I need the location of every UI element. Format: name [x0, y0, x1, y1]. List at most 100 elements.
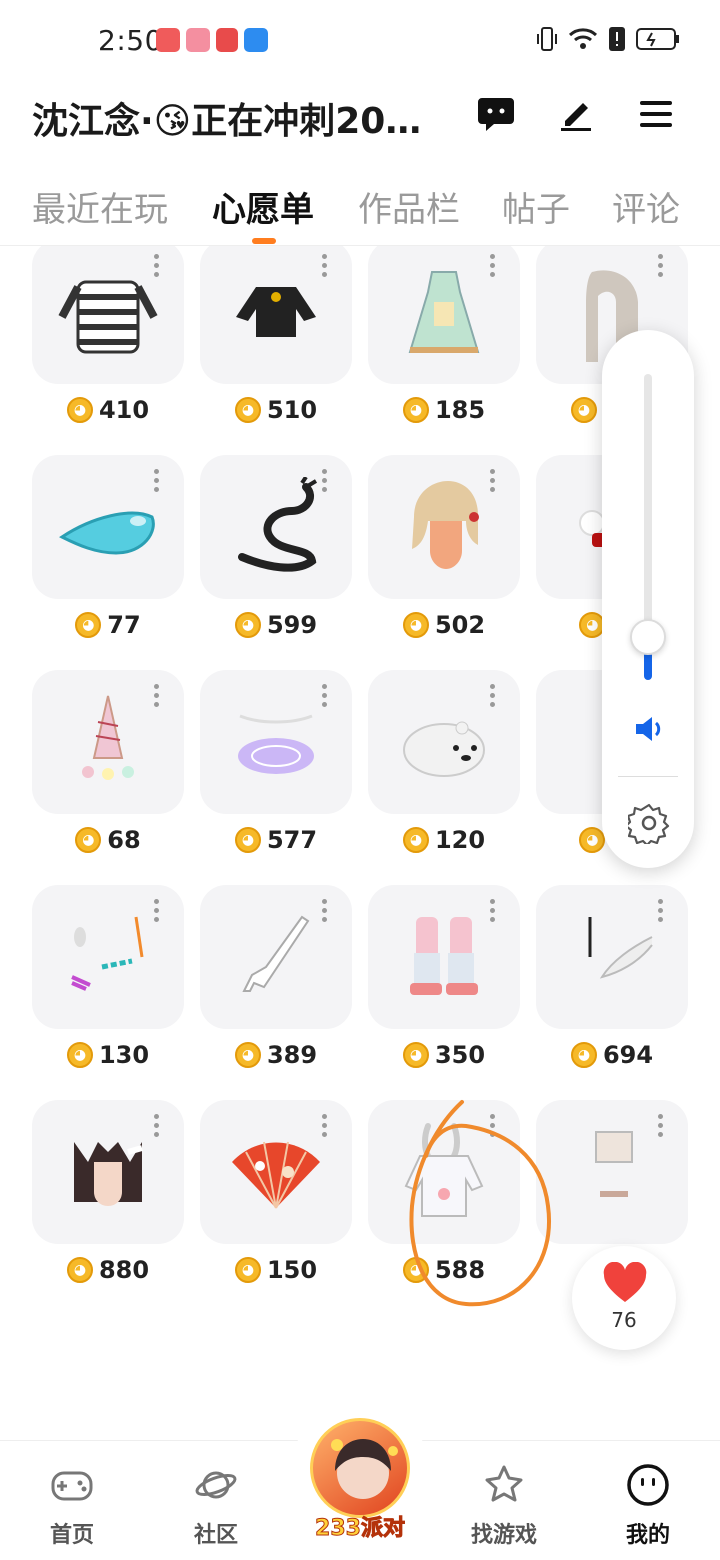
coin-icon: ◕ [234, 397, 261, 423]
item-price: ◕ 130 [32, 1035, 184, 1075]
wishlist-item[interactable]: ◕ 150 [200, 1100, 352, 1315]
notification-weather-icon [244, 28, 268, 52]
tab-works[interactable]: 作品栏 [358, 182, 460, 231]
item-thumbnail[interactable] [32, 885, 184, 1029]
coin-icon: ◕ [66, 397, 93, 423]
coin-icon: ◕ [402, 1042, 429, 1068]
more-options-icon[interactable] [490, 899, 496, 925]
wishlist-item[interactable]: ◕ 77 [32, 455, 184, 670]
wishlist-item[interactable]: ◕ 588 [368, 1100, 520, 1315]
more-options-icon[interactable] [658, 254, 664, 280]
nav-me[interactable]: 我的 [598, 1457, 698, 1553]
item-thumbnail[interactable] [32, 455, 184, 599]
price-value: 588 [434, 1256, 486, 1284]
wishlist-item[interactable]: ◕ 68 [32, 670, 184, 885]
more-options-icon[interactable] [154, 469, 160, 495]
nav-home[interactable]: 首页 [22, 1457, 122, 1553]
more-options-icon[interactable] [322, 684, 328, 710]
wishlist-item[interactable]: ◕ 130 [32, 885, 184, 1100]
volume-panel [602, 330, 694, 868]
wishlist-item[interactable]: ◕ 694 [536, 885, 688, 1100]
heart-icon [603, 1262, 647, 1302]
more-options-icon[interactable] [322, 899, 328, 925]
wishlist-item[interactable]: ◕ 120 [368, 670, 520, 885]
nav-party-label[interactable]: 233派对 [300, 1510, 420, 1542]
more-options-icon[interactable] [322, 469, 328, 495]
coin-icon: ◕ [234, 1042, 261, 1068]
nav-community[interactable]: 社区 [166, 1457, 266, 1553]
wishlist-item[interactable]: ◕ 502 [368, 455, 520, 670]
system-status [536, 26, 680, 52]
nav-find-games[interactable]: 找游戏 [454, 1457, 554, 1553]
price-value: 502 [434, 611, 486, 639]
cat-ear-hair-icon [74, 1142, 143, 1206]
item-thumbnail[interactable] [368, 246, 520, 384]
edit-button[interactable] [554, 92, 598, 136]
wishlist-item[interactable]: ◕ 389 [200, 885, 352, 1100]
tab-recently-played[interactable]: 最近在玩 [32, 182, 168, 231]
price-value: 185 [434, 396, 486, 424]
more-options-icon[interactable] [154, 684, 160, 710]
item-thumbnail[interactable] [200, 1100, 352, 1244]
wishlist-favorite-button[interactable]: 76 [572, 1246, 676, 1350]
more-options-icon[interactable] [490, 684, 496, 710]
wishlist-item[interactable]: ◕ 577 [200, 670, 352, 885]
item-thumbnail[interactable] [368, 670, 520, 814]
speaker-icon[interactable] [632, 712, 666, 746]
volume-slider-handle[interactable] [630, 619, 666, 655]
item-price: ◕ 502 [368, 605, 520, 645]
item-thumbnail[interactable] [200, 670, 352, 814]
message-button[interactable] [474, 92, 518, 136]
item-thumbnail[interactable] [536, 1100, 688, 1244]
more-options-icon[interactable] [154, 899, 160, 925]
price-value: 389 [266, 1041, 318, 1069]
menu-button[interactable] [634, 92, 678, 136]
wishlist-item[interactable]: ◕ 510 [200, 246, 352, 455]
tab-posts[interactable]: 帖子 [502, 182, 570, 231]
more-options-icon[interactable] [490, 254, 496, 280]
item-price: ◕ 77 [32, 605, 184, 645]
wing-icon [588, 917, 653, 979]
more-options-icon[interactable] [658, 899, 664, 925]
notification-icons [156, 28, 268, 52]
more-options-icon[interactable] [322, 254, 328, 280]
wishlist-item[interactable]: ◕ 350 [368, 885, 520, 1100]
item-thumbnail[interactable] [200, 455, 352, 599]
tab-wishlist[interactable]: 心愿单 [212, 182, 314, 231]
item-price: ◕ 150 [200, 1250, 352, 1290]
item-thumbnail[interactable] [32, 1100, 184, 1244]
black-top-icon [236, 287, 316, 337]
item-thumbnail[interactable] [32, 670, 184, 814]
item-thumbnail[interactable] [368, 1100, 520, 1244]
wishlist-item[interactable]: ◕ 185 [368, 246, 520, 455]
profile-header: 沈江念·😘正在冲刺20… [0, 84, 720, 154]
more-options-icon[interactable] [658, 1114, 664, 1140]
more-options-icon[interactable] [154, 254, 160, 280]
price-value: 599 [266, 611, 318, 639]
item-thumbnail[interactable] [536, 885, 688, 1029]
more-options-icon[interactable] [490, 1114, 496, 1140]
smiley-icon [627, 1464, 669, 1506]
price-value: 77 [107, 611, 141, 639]
wishlist-item[interactable]: ◕ 599 [200, 455, 352, 670]
page-title: 沈江念·😘正在冲刺20… [32, 101, 422, 142]
tab-comments[interactable]: 评论 [612, 182, 680, 231]
item-thumbnail[interactable] [368, 455, 520, 599]
notification-book-icon [216, 28, 238, 52]
more-options-icon[interactable] [322, 1114, 328, 1140]
more-options-icon[interactable] [490, 469, 496, 495]
wishlist-item[interactable]: ◕ 880 [32, 1100, 184, 1315]
item-thumbnail[interactable] [200, 246, 352, 384]
coin-icon: ◕ [66, 1042, 93, 1068]
gear-icon[interactable] [628, 802, 670, 844]
item-thumbnail[interactable] [32, 246, 184, 384]
party-avatar[interactable] [310, 1418, 410, 1518]
more-options-icon[interactable] [154, 1114, 160, 1140]
favorite-count: 76 [611, 1308, 637, 1332]
coin-icon: ◕ [402, 397, 429, 423]
item-thumbnail[interactable] [368, 885, 520, 1029]
item-thumbnail[interactable] [200, 885, 352, 1029]
black-dragon-icon [238, 477, 318, 572]
wishlist-item[interactable]: ◕ 410 [32, 246, 184, 455]
coin-icon: ◕ [66, 1257, 93, 1283]
